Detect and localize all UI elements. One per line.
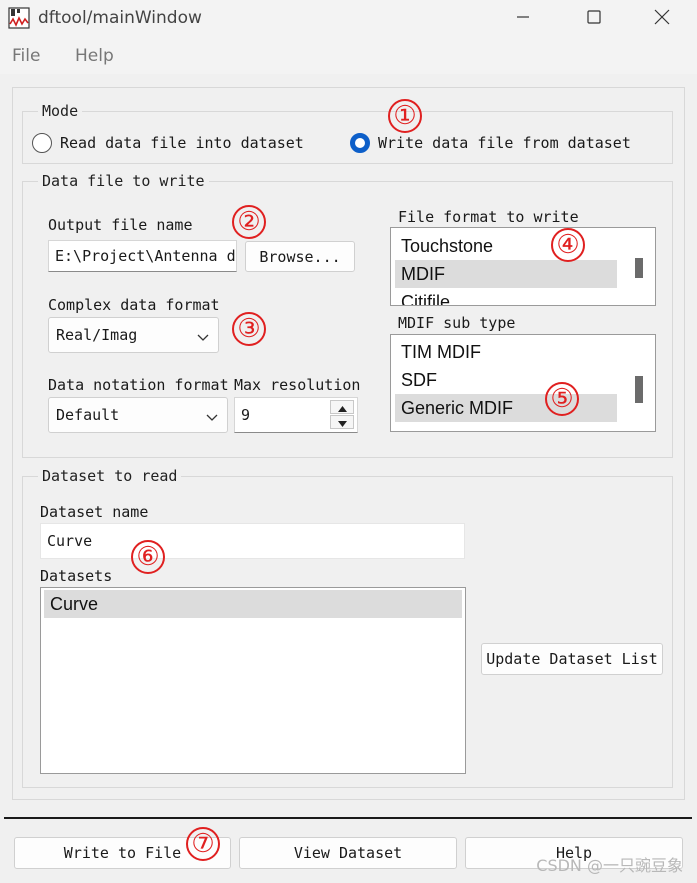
complex-format-select[interactable]: Real/Imag — [48, 317, 219, 353]
notation-format-select[interactable]: Default — [48, 397, 228, 433]
mdif-subtype-label: MDIF sub type — [398, 314, 516, 332]
window-title: dftool/mainWindow — [38, 8, 202, 28]
minimize-icon — [516, 10, 530, 28]
read-radio[interactable] — [32, 133, 52, 153]
minimize-button[interactable] — [488, 0, 558, 38]
triangle-down-icon — [337, 413, 347, 431]
annotation-marker-5: ⑤ — [545, 382, 579, 416]
write-radio[interactable] — [350, 133, 370, 153]
mdif-subtype-list[interactable]: TIM MDIF SDF Generic MDIF — [390, 334, 656, 432]
output-file-label: Output file name — [48, 216, 193, 234]
mode-legend: Mode — [38, 102, 83, 120]
close-button[interactable] — [627, 0, 697, 38]
dataset-name-label: Dataset name — [40, 503, 149, 521]
spin-down-button[interactable] — [330, 415, 354, 429]
title-bar: dftool/mainWindow — [0, 0, 697, 38]
read-radio-label: Read data file into dataset — [60, 134, 304, 152]
list-item[interactable]: Generic MDIF — [395, 394, 617, 422]
annotation-marker-4: ④ — [551, 228, 585, 262]
file-format-list[interactable]: Touchstone MDIF Citifile — [390, 227, 656, 306]
datasets-label: Datasets — [40, 567, 113, 585]
chevron-down-icon — [206, 409, 218, 427]
max-resolution-value: 9 — [241, 406, 251, 424]
maximize-icon — [587, 10, 601, 28]
view-dataset-button[interactable]: View Dataset — [239, 837, 457, 869]
menu-file[interactable]: File — [12, 46, 40, 66]
spin-up-button[interactable] — [330, 400, 354, 414]
waveform-app-icon — [8, 7, 30, 29]
datasets-list[interactable]: Curve — [40, 587, 466, 774]
annotation-marker-7: ⑦ — [186, 827, 220, 861]
max-resolution-label: Max resolution — [234, 376, 361, 394]
browse-button[interactable]: Browse... — [245, 241, 355, 272]
complex-format-label: Complex data format — [48, 296, 220, 314]
maximize-button[interactable] — [559, 0, 629, 38]
watermark-text: CSDN @一只豌豆象 — [536, 856, 683, 875]
annotation-marker-2: ② — [232, 205, 266, 239]
list-item[interactable]: TIM MDIF — [395, 338, 617, 366]
close-icon — [654, 9, 670, 29]
menu-help[interactable]: Help — [75, 46, 114, 66]
write-group-legend: Data file to write — [38, 172, 209, 190]
list-item[interactable]: Citifile — [395, 288, 617, 306]
scrollbar-thumb[interactable] — [635, 258, 643, 278]
annotation-marker-3: ③ — [232, 312, 266, 346]
annotation-marker-6: ⑥ — [131, 540, 165, 574]
list-item[interactable]: Curve — [44, 590, 462, 618]
read-group-legend: Dataset to read — [38, 467, 182, 485]
chevron-down-icon — [197, 329, 209, 347]
notation-format-label: Data notation format — [48, 376, 229, 394]
file-format-label: File format to write — [398, 208, 579, 226]
list-item[interactable]: MDIF — [395, 260, 617, 288]
menu-bar: File Help — [0, 38, 697, 74]
footer-divider — [4, 817, 692, 819]
annotation-marker-1: ① — [388, 99, 422, 133]
dataset-name-input[interactable]: Curve — [40, 523, 465, 559]
list-item[interactable]: SDF — [395, 366, 617, 394]
notation-format-value: Default — [56, 406, 120, 424]
scrollbar-thumb[interactable] — [635, 376, 643, 403]
update-dataset-list-button[interactable]: Update Dataset List — [481, 643, 663, 675]
output-file-input[interactable]: E:\Project\Antenna design — [48, 240, 237, 272]
write-radio-label: Write data file from dataset — [378, 134, 631, 152]
complex-format-value: Real/Imag — [56, 326, 138, 344]
